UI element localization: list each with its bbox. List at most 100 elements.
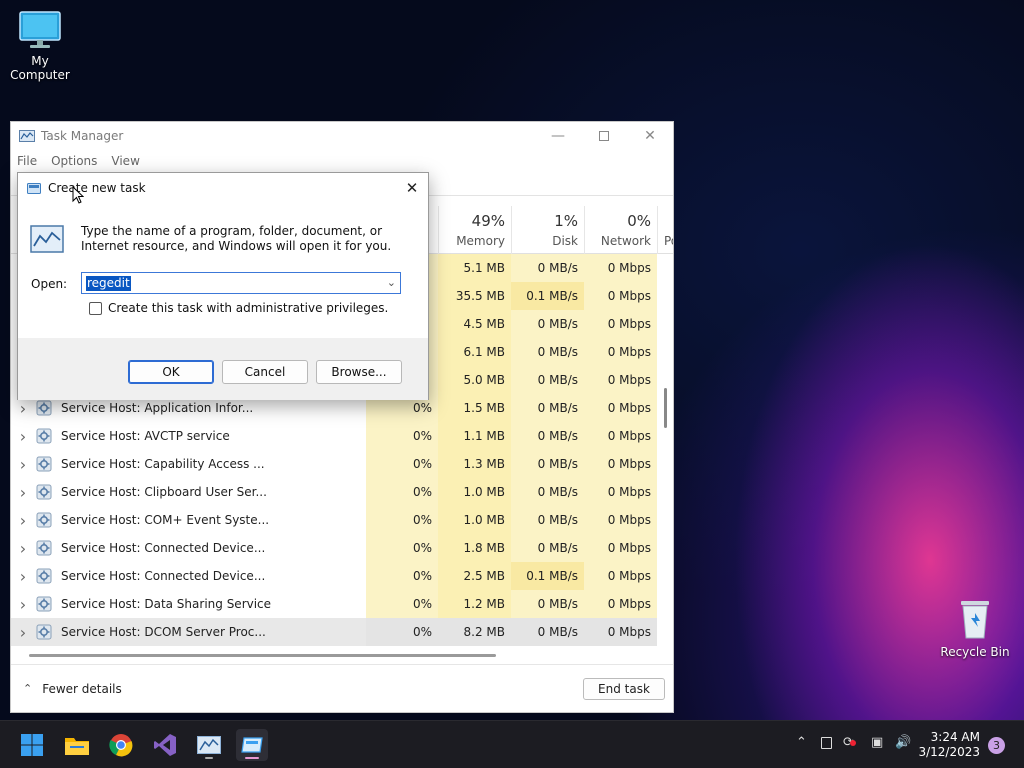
notification-badge[interactable]: 3 bbox=[988, 737, 1005, 754]
chevron-right-icon[interactable]: › bbox=[11, 455, 35, 474]
cell-cpu: 0% bbox=[366, 450, 438, 478]
chevron-right-icon[interactable]: › bbox=[11, 427, 35, 446]
cell-network: 0 Mbps bbox=[584, 534, 657, 562]
cell-memory: 1.2 MB bbox=[438, 590, 511, 618]
cell-disk: 0 MB/s bbox=[511, 478, 584, 506]
table-row[interactable]: › Service Host: COM+ Event Syste... 0% 1.0 … bbox=[11, 506, 657, 534]
cell-memory: 1.0 MB bbox=[438, 478, 511, 506]
column-name: Memory bbox=[456, 234, 505, 248]
network-icon[interactable]: ▣ bbox=[871, 735, 883, 750]
chevron-right-icon[interactable]: › bbox=[11, 511, 35, 530]
horizontal-scrollbar[interactable] bbox=[29, 654, 496, 657]
volume-icon[interactable]: 🔊 bbox=[895, 735, 911, 750]
desktop-icon-recycle-bin[interactable]: Recycle Bin bbox=[938, 597, 1012, 659]
cell-memory: 4.5 MB bbox=[438, 310, 511, 338]
column-header-disk[interactable]: 1% Disk bbox=[511, 206, 584, 254]
running-indicator bbox=[205, 757, 213, 759]
open-input-value[interactable]: regedit bbox=[86, 276, 131, 291]
task-manager-icon bbox=[19, 130, 35, 142]
gear-icon bbox=[35, 427, 53, 445]
gear-icon bbox=[35, 511, 53, 529]
cancel-button[interactable]: Cancel bbox=[222, 360, 308, 384]
create-new-task-dialog: Create new task ✕ Type the name of a pro… bbox=[17, 172, 429, 400]
gear-icon bbox=[35, 483, 53, 501]
sync-icon[interactable]: ⟳ bbox=[843, 735, 856, 750]
fewer-details-button[interactable]: ⌃ Fewer details bbox=[23, 682, 122, 696]
taskbar-run-dialog[interactable] bbox=[236, 729, 268, 761]
footer: ⌃ Fewer details End task bbox=[11, 664, 673, 712]
cell-disk: 0 MB/s bbox=[511, 394, 584, 422]
table-row[interactable]: › Service Host: Data Sharing Service 0% 1.2… bbox=[11, 590, 657, 618]
menu-file[interactable]: File bbox=[17, 154, 37, 168]
chevron-right-icon[interactable]: › bbox=[11, 567, 35, 586]
column-header-network[interactable]: 0% Network bbox=[584, 206, 657, 254]
minimize-button[interactable]: — bbox=[535, 122, 581, 150]
menu-view[interactable]: View bbox=[111, 154, 139, 168]
desktop-icon-my-computer[interactable]: My Computer bbox=[2, 10, 78, 82]
chevron-right-icon[interactable]: › bbox=[11, 595, 35, 614]
open-combobox[interactable]: regedit ⌄ bbox=[81, 272, 401, 294]
taskbar-visual-studio[interactable] bbox=[149, 729, 181, 761]
table-row[interactable]: › Service Host: Clipboard User Ser... 0% 1.… bbox=[11, 478, 657, 506]
cell-memory: 6.1 MB bbox=[438, 338, 511, 366]
start-button[interactable] bbox=[16, 729, 48, 761]
checkbox-box[interactable] bbox=[89, 301, 102, 315]
windows-icon bbox=[21, 734, 43, 756]
taskbar-file-explorer[interactable] bbox=[61, 729, 93, 761]
cell-memory: 1.0 MB bbox=[438, 506, 511, 534]
end-task-button[interactable]: End task bbox=[583, 678, 665, 700]
table-row[interactable]: › Service Host: Connected Device... 0% 1.8 … bbox=[11, 534, 657, 562]
cell-network: 0 Mbps bbox=[584, 366, 657, 394]
column-header-memory[interactable]: 49% Memory bbox=[438, 206, 511, 254]
process-name: Service Host: COM+ Event Syste... bbox=[61, 513, 270, 527]
cell-disk: 0 MB/s bbox=[511, 534, 584, 562]
folder-icon bbox=[65, 738, 89, 755]
maximize-button[interactable] bbox=[581, 122, 627, 150]
maximize-icon bbox=[599, 131, 609, 141]
cell-disk: 0 MB/s bbox=[511, 254, 584, 282]
process-name: Service Host: Application Infor... bbox=[61, 401, 254, 415]
clock[interactable]: 3:24 AM 3/12/2023 bbox=[918, 730, 980, 760]
gear-icon bbox=[35, 595, 53, 613]
cell-network: 0 Mbps bbox=[584, 254, 657, 282]
column-name: Disk bbox=[552, 234, 578, 248]
taskbar: ⌃ ⟳ ▣ 🔊 3:24 AM 3/12/2023 3 bbox=[0, 720, 1024, 768]
chevron-up-icon[interactable]: ⌃ bbox=[796, 735, 807, 750]
table-row[interactable]: › Service Host: Capability Access ... 0% 1.… bbox=[11, 450, 657, 478]
chevron-right-icon[interactable]: › bbox=[11, 483, 35, 502]
close-icon: ✕ bbox=[644, 128, 656, 144]
browse-button[interactable]: Browse... bbox=[316, 360, 402, 384]
gear-icon bbox=[35, 455, 53, 473]
cell-network: 0 Mbps bbox=[584, 422, 657, 450]
vertical-scrollbar[interactable] bbox=[664, 388, 667, 428]
chevron-right-icon[interactable]: › bbox=[11, 399, 35, 418]
cell-memory: 5.0 MB bbox=[438, 366, 511, 394]
mouse-cursor-icon bbox=[72, 186, 84, 204]
chevron-down-icon[interactable]: ⌄ bbox=[387, 276, 396, 289]
task-manager-icon bbox=[197, 736, 221, 754]
dialog-body: Type the name of a program, folder, docu… bbox=[18, 203, 428, 338]
table-row[interactable]: › Service Host: AVCTP service 0% 1.1 MB 0 MB… bbox=[11, 422, 657, 450]
task-manager-icon bbox=[30, 225, 64, 253]
dialog-close-button[interactable]: ✕ bbox=[396, 173, 428, 203]
menu-options[interactable]: Options bbox=[51, 154, 97, 168]
desktop-icon-label: My Computer bbox=[10, 54, 70, 82]
gear-icon bbox=[35, 567, 53, 585]
minimize-icon: — bbox=[551, 128, 565, 144]
cell-disk: 0 MB/s bbox=[511, 422, 584, 450]
table-row[interactable]: › Service Host: DCOM Server Proc... 0% 8.2 … bbox=[11, 618, 657, 646]
close-button[interactable]: ✕ bbox=[627, 122, 673, 150]
column-header-power[interactable]: Po bbox=[657, 206, 673, 254]
chevron-right-icon[interactable]: › bbox=[11, 623, 35, 642]
clock-date: 3/12/2023 bbox=[918, 745, 980, 759]
admin-privileges-checkbox[interactable]: Create this task with administrative pri… bbox=[89, 301, 388, 315]
taskbar-chrome[interactable] bbox=[105, 729, 137, 761]
tablet-icon[interactable] bbox=[821, 737, 832, 753]
taskbar-task-manager[interactable] bbox=[193, 729, 225, 761]
table-row[interactable]: › Service Host: Connected Device... 0% 2.5 … bbox=[11, 562, 657, 590]
cell-cpu: 0% bbox=[366, 534, 438, 562]
cell-cpu: 0% bbox=[366, 618, 438, 646]
chevron-right-icon[interactable]: › bbox=[11, 539, 35, 558]
column-pct: 1% bbox=[554, 212, 578, 230]
ok-button[interactable]: OK bbox=[128, 360, 214, 384]
